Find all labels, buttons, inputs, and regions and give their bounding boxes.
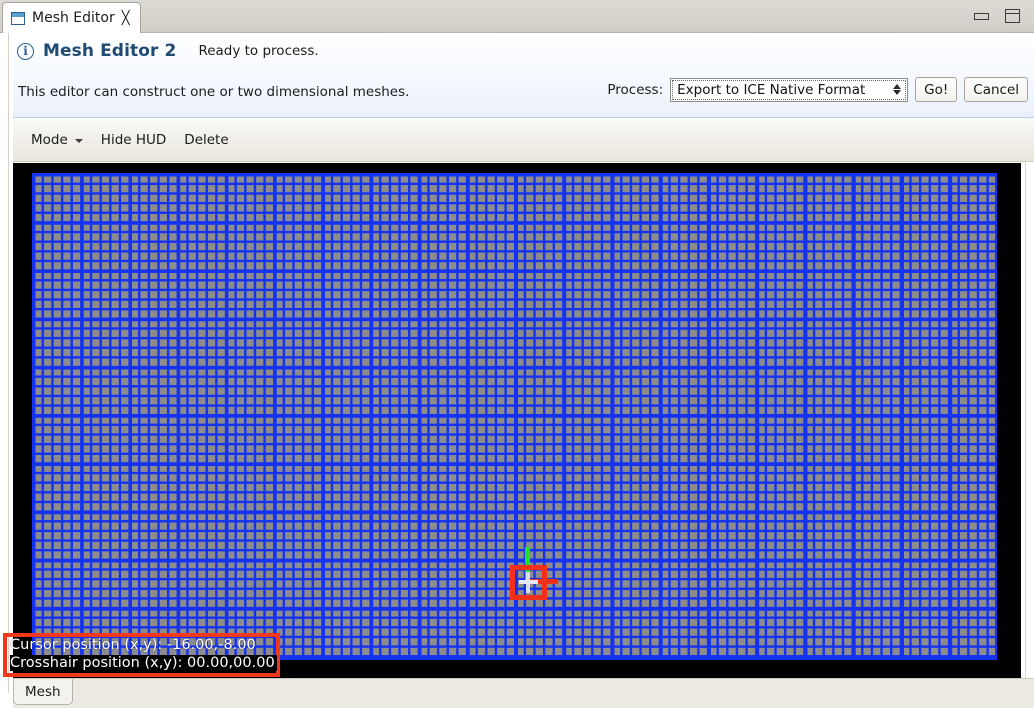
form-header-title-row: i Mesh Editor 2 Ready to process. <box>17 41 319 61</box>
window-controls <box>974 9 1020 23</box>
editor-tab-bar-inner: Mesh Editor ╳ <box>0 0 1034 33</box>
minimize-icon[interactable] <box>974 12 989 20</box>
mesh-editor-window: Mesh Editor ╳ i Mesh Editor 2 Ready to p… <box>0 0 1034 708</box>
toolbar-hide-hud-button[interactable]: Hide HUD <box>92 128 176 152</box>
tab-mesh-editor-label: Mesh Editor <box>32 10 115 26</box>
mesh-canvas[interactable] <box>13 163 1021 678</box>
process-label: Process: <box>607 81 664 98</box>
process-select[interactable]: Export to ICE Native Format <box>670 77 909 102</box>
editor-description: This editor can construct one or two dim… <box>18 84 410 100</box>
form-header: i Mesh Editor 2 Ready to process. This e… <box>13 33 1034 118</box>
bottom-tab-bar: Mesh <box>13 678 1034 708</box>
tab-mesh-editor[interactable]: Mesh Editor ╳ <box>2 2 141 33</box>
toolbar-delete-label: Delete <box>184 132 229 148</box>
toolbar-mode-menu[interactable]: Mode <box>22 128 92 152</box>
close-icon[interactable]: ╳ <box>122 12 130 25</box>
maximize-icon[interactable] <box>1005 9 1020 23</box>
mesh-origin-marker[interactable] <box>508 547 558 605</box>
editor-window-icon <box>11 11 25 25</box>
process-select-value: Export to ICE Native Format <box>677 81 866 98</box>
mesh-toolbar: Mode Hide HUD Delete <box>13 119 1034 162</box>
toolbar-mode-label: Mode <box>31 132 68 148</box>
crosshair-horizontal-icon <box>519 580 538 584</box>
editor-tab-bar: Mesh Editor ╳ <box>0 0 1034 33</box>
chevron-down-icon <box>74 139 83 143</box>
cancel-button[interactable]: Cancel <box>964 77 1028 102</box>
page-title: Mesh Editor 2 <box>43 41 177 61</box>
process-row: Process: Export to ICE Native Format Go!… <box>607 77 1028 102</box>
chevron-updown-icon <box>890 81 903 99</box>
tab-mesh[interactable]: Mesh <box>13 679 73 705</box>
status-text: Ready to process. <box>198 43 319 59</box>
info-icon: i <box>17 42 34 60</box>
window-frame-left <box>0 33 13 708</box>
go-button[interactable]: Go! <box>915 77 958 102</box>
toolbar-delete-button[interactable]: Delete <box>175 128 237 152</box>
toolbar-hide-hud-label: Hide HUD <box>100 132 167 148</box>
